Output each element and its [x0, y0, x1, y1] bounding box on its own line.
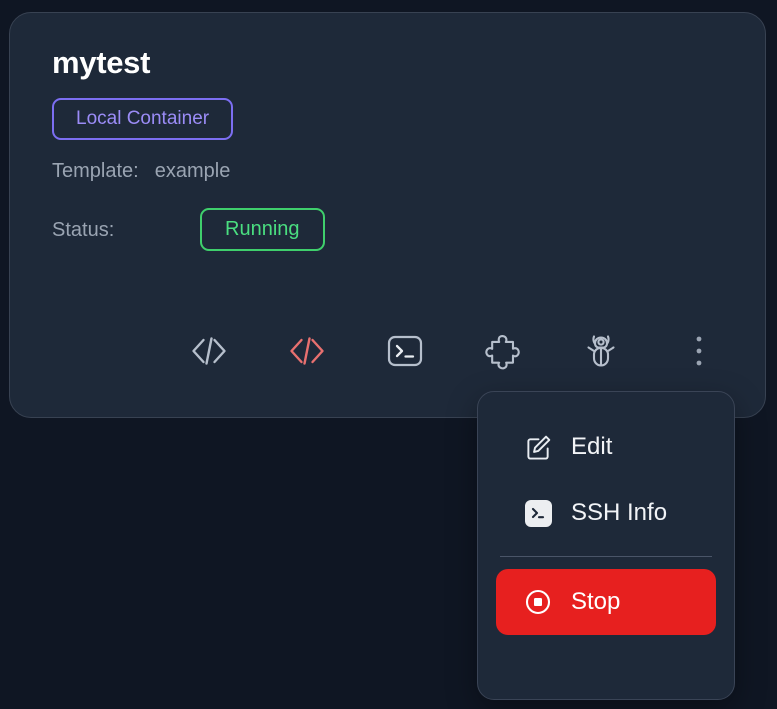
- status-row: Status: Running: [52, 208, 765, 251]
- terminal-icon-button[interactable]: [384, 329, 426, 373]
- extensions-icon-button[interactable]: [482, 329, 524, 373]
- puzzle-icon: [484, 332, 522, 370]
- container-card: mytest Local Container Template: example…: [9, 12, 766, 418]
- menu-item-edit-label: Edit: [571, 433, 613, 460]
- ssh-prompt-icon: [524, 499, 552, 527]
- stop-circle-icon: [524, 588, 552, 616]
- stop-button[interactable]: Stop: [496, 569, 716, 635]
- card-action-toolbar: [188, 329, 720, 373]
- code-insiders-icon-button[interactable]: [286, 329, 328, 373]
- debug-icon-button[interactable]: [580, 329, 622, 373]
- status-badge: Running: [200, 208, 325, 251]
- menu-divider: [500, 556, 712, 557]
- template-label: Template:: [52, 160, 139, 182]
- code-red-icon: [288, 336, 326, 366]
- template-value: example: [154, 160, 231, 182]
- menu-item-ssh-info[interactable]: SSH Info: [496, 480, 716, 546]
- menu-item-edit[interactable]: Edit: [496, 414, 716, 480]
- type-badge-row: Local Container: [52, 98, 765, 140]
- status-badge-type: Local Container: [52, 98, 234, 140]
- bug-icon: [583, 332, 619, 370]
- terminal-icon: [387, 334, 423, 368]
- status-label: Status:: [52, 218, 115, 241]
- context-menu: Edit SSH Info Stop: [477, 391, 735, 700]
- more-actions-button[interactable]: [678, 329, 720, 373]
- page-title: mytest: [52, 45, 151, 80]
- stop-button-label: Stop: [571, 588, 621, 615]
- code-icon: [190, 336, 228, 366]
- menu-item-ssh-info-label: SSH Info: [571, 499, 668, 526]
- code-icon-button[interactable]: [188, 329, 230, 373]
- kebab-menu-icon: [694, 334, 704, 368]
- pencil-square-icon: [524, 433, 552, 461]
- template-row: Template: example: [52, 161, 765, 181]
